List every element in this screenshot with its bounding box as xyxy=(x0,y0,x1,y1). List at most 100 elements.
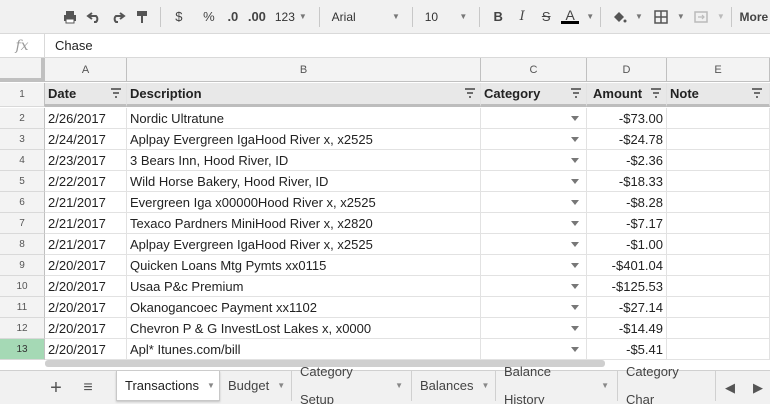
note-cell[interactable] xyxy=(667,318,770,339)
row-number[interactable]: 8 xyxy=(0,234,45,255)
dropdown-arrow-icon[interactable] xyxy=(571,179,579,184)
column-header-c[interactable]: C xyxy=(481,58,587,82)
row-number[interactable]: 1 xyxy=(0,83,45,107)
note-cell[interactable] xyxy=(667,192,770,213)
header-cell-amount[interactable]: Amount xyxy=(587,83,667,107)
date-cell[interactable]: 2/21/2017 xyxy=(45,192,127,213)
header-cell-description[interactable]: Description xyxy=(127,83,481,107)
dropdown-arrow-icon[interactable] xyxy=(571,200,579,205)
dropdown-arrow-icon[interactable] xyxy=(571,263,579,268)
row-number[interactable]: 13 xyxy=(0,339,45,360)
amount-cell[interactable]: -$1.00 xyxy=(587,234,667,255)
print-icon[interactable] xyxy=(58,4,82,30)
description-cell[interactable]: Wild Horse Bakery, Hood River, ID xyxy=(127,171,481,192)
filter-icon[interactable] xyxy=(751,87,763,99)
sheet-tab[interactable]: Balance History ▼ xyxy=(496,364,618,404)
chevron-down-icon[interactable]: ▼ xyxy=(277,372,285,400)
note-cell[interactable] xyxy=(667,339,770,360)
description-cell[interactable]: Okanogancoec Payment xx1102 xyxy=(127,297,481,318)
header-cell-note[interactable]: Note xyxy=(667,83,770,107)
currency-button[interactable]: $ xyxy=(167,4,191,30)
description-cell[interactable]: 3 Bears Inn, Hood River, ID xyxy=(127,150,481,171)
amount-cell[interactable]: -$5.41 xyxy=(587,339,667,360)
text-color-button[interactable]: A xyxy=(558,4,582,30)
row-number[interactable]: 5 xyxy=(0,171,45,192)
amount-cell[interactable]: -$7.17 xyxy=(587,213,667,234)
note-cell[interactable] xyxy=(667,276,770,297)
category-cell[interactable] xyxy=(481,339,587,360)
row-number[interactable]: 11 xyxy=(0,297,45,318)
date-cell[interactable]: 2/20/2017 xyxy=(45,297,127,318)
row-number[interactable]: 6 xyxy=(0,192,45,213)
category-cell[interactable] xyxy=(481,213,587,234)
amount-cell[interactable]: -$24.78 xyxy=(587,129,667,150)
dropdown-arrow-icon[interactable] xyxy=(571,116,579,121)
fill-color-icon[interactable] xyxy=(607,4,631,30)
decrease-decimal-button[interactable]: .0 xyxy=(221,4,245,30)
category-cell[interactable] xyxy=(481,297,587,318)
date-cell[interactable]: 2/20/2017 xyxy=(45,339,127,360)
dropdown-arrow-icon[interactable] xyxy=(571,284,579,289)
font-family-dropdown[interactable]: Arial ▼ xyxy=(326,4,406,30)
description-cell[interactable]: Texaco Pardners MiniHood River x, x2820 xyxy=(127,213,481,234)
dropdown-arrow-icon[interactable] xyxy=(571,347,579,352)
percent-button[interactable]: % xyxy=(197,4,221,30)
note-cell[interactable] xyxy=(667,129,770,150)
row-number[interactable]: 12 xyxy=(0,318,45,339)
spreadsheet-grid[interactable]: A B C D E 1 Date Description Category Am… xyxy=(0,58,770,370)
filter-icon[interactable] xyxy=(464,87,476,99)
category-cell[interactable] xyxy=(481,129,587,150)
category-cell[interactable] xyxy=(481,192,587,213)
note-cell[interactable] xyxy=(667,297,770,318)
category-cell[interactable] xyxy=(481,171,587,192)
note-cell[interactable] xyxy=(667,213,770,234)
formula-input[interactable]: Chase xyxy=(45,38,93,53)
scroll-tabs-right-button[interactable]: ▶ xyxy=(744,375,770,401)
description-cell[interactable]: Nordic Ultratune xyxy=(127,108,481,129)
amount-cell[interactable]: -$73.00 xyxy=(587,108,667,129)
header-cell-date[interactable]: Date xyxy=(45,83,127,107)
dropdown-arrow-icon[interactable] xyxy=(571,305,579,310)
amount-cell[interactable]: -$27.14 xyxy=(587,297,667,318)
row-number[interactable]: 9 xyxy=(0,255,45,276)
date-cell[interactable]: 2/26/2017 xyxy=(45,108,127,129)
note-cell[interactable] xyxy=(667,171,770,192)
amount-cell[interactable]: -$125.53 xyxy=(587,276,667,297)
sheet-tab[interactable]: Budget ▼ xyxy=(220,371,292,401)
description-cell[interactable]: Usaa P&c Premium xyxy=(127,276,481,297)
date-cell[interactable]: 2/20/2017 xyxy=(45,255,127,276)
sheet-tab[interactable]: Balances ▼ xyxy=(412,371,496,401)
note-cell[interactable] xyxy=(667,255,770,276)
column-header-a[interactable]: A xyxy=(45,58,127,82)
dropdown-arrow-icon[interactable] xyxy=(571,326,579,331)
filter-icon[interactable] xyxy=(110,87,122,99)
select-all-corner[interactable] xyxy=(0,58,45,82)
category-cell[interactable] xyxy=(481,276,587,297)
column-header-b[interactable]: B xyxy=(127,58,481,82)
description-cell[interactable]: Apl* Itunes.com/bill xyxy=(127,339,481,360)
date-cell[interactable]: 2/24/2017 xyxy=(45,129,127,150)
date-cell[interactable]: 2/21/2017 xyxy=(45,213,127,234)
strikethrough-button[interactable]: S xyxy=(534,4,558,30)
filter-icon[interactable] xyxy=(570,87,582,99)
all-sheets-button[interactable]: ≡ xyxy=(76,377,100,399)
borders-icon[interactable] xyxy=(649,4,673,30)
date-cell[interactable]: 2/21/2017 xyxy=(45,234,127,255)
description-cell[interactable]: Aplpay Evergreen IgaHood River x, x2525 xyxy=(127,234,481,255)
filter-icon[interactable] xyxy=(650,87,662,99)
paint-format-icon[interactable] xyxy=(130,4,154,30)
more-button[interactable]: More xyxy=(738,4,770,30)
dropdown-arrow-icon[interactable] xyxy=(571,158,579,163)
category-cell[interactable] xyxy=(481,234,587,255)
category-cell[interactable] xyxy=(481,150,587,171)
row-number[interactable]: 3 xyxy=(0,129,45,150)
description-cell[interactable]: Aplpay Evergreen IgaHood River x, x2525 xyxy=(127,129,481,150)
scroll-tabs-left-button[interactable]: ◀ xyxy=(716,375,744,401)
amount-cell[interactable]: -$8.28 xyxy=(587,192,667,213)
undo-icon[interactable] xyxy=(82,4,106,30)
chevron-down-icon[interactable]: ▼ xyxy=(601,372,609,400)
italic-button[interactable]: I xyxy=(510,4,534,30)
increase-decimal-button[interactable]: .00 xyxy=(245,4,269,30)
add-sheet-button[interactable]: + xyxy=(44,377,68,399)
sheet-tab[interactable]: Category Char xyxy=(618,364,716,404)
